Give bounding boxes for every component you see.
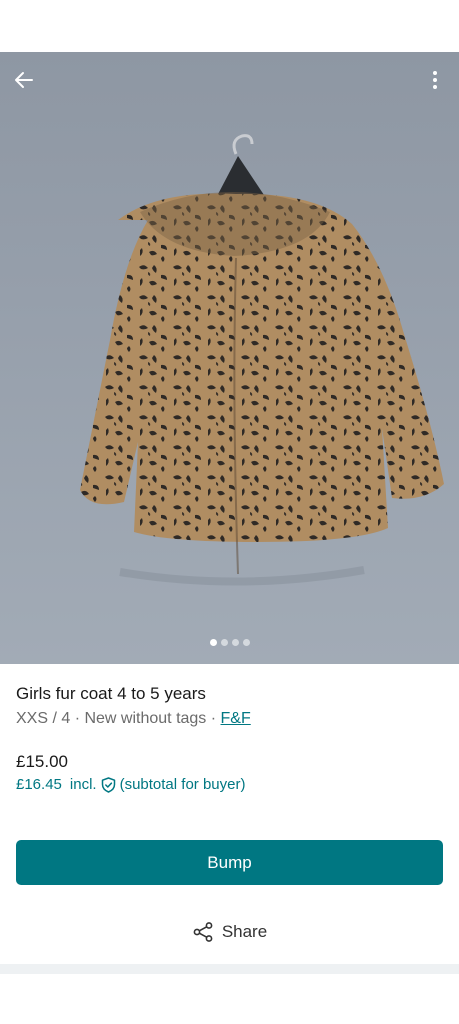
- status-bar-area: [0, 0, 459, 52]
- share-icon: [193, 922, 213, 942]
- item-price: £15.00: [16, 752, 68, 771]
- buyer-protection-price[interactable]: £16.45 incl. (subtotal for buyer): [16, 776, 245, 793]
- section-divider: [0, 964, 459, 974]
- photo-gallery[interactable]: [0, 52, 459, 664]
- item-photo: [80, 134, 444, 586]
- item-size: XXS / 4: [16, 710, 71, 727]
- meta-separator: ·: [70, 710, 85, 727]
- item-condition: New without tags: [84, 710, 207, 727]
- incl-label: incl.: [69, 776, 97, 793]
- more-options-button[interactable]: [421, 66, 449, 94]
- gallery-dot[interactable]: [231, 639, 239, 646]
- gallery-dot[interactable]: [220, 639, 228, 646]
- meta-separator: ·: [206, 710, 221, 727]
- buyer-note: (subtotal for buyer): [119, 776, 246, 793]
- gallery-dot[interactable]: [209, 639, 217, 646]
- gallery-pagination: [0, 639, 459, 646]
- bump-button[interactable]: Bump: [16, 840, 443, 885]
- brand-link[interactable]: F&F: [221, 710, 251, 727]
- arrow-left-icon: [15, 72, 33, 88]
- share-button[interactable]: Share: [0, 918, 459, 946]
- buyer-price-value: £16.45: [16, 776, 62, 793]
- back-button[interactable]: [10, 66, 38, 94]
- item-title: Girls fur coat 4 to 5 years: [16, 684, 206, 703]
- shield-check-icon: [101, 776, 115, 793]
- gallery-dot[interactable]: [242, 639, 250, 646]
- item-meta: XXS / 4 · New without tags · F&F: [16, 710, 251, 728]
- share-label: Share: [221, 922, 268, 941]
- more-vertical-icon: [433, 71, 437, 89]
